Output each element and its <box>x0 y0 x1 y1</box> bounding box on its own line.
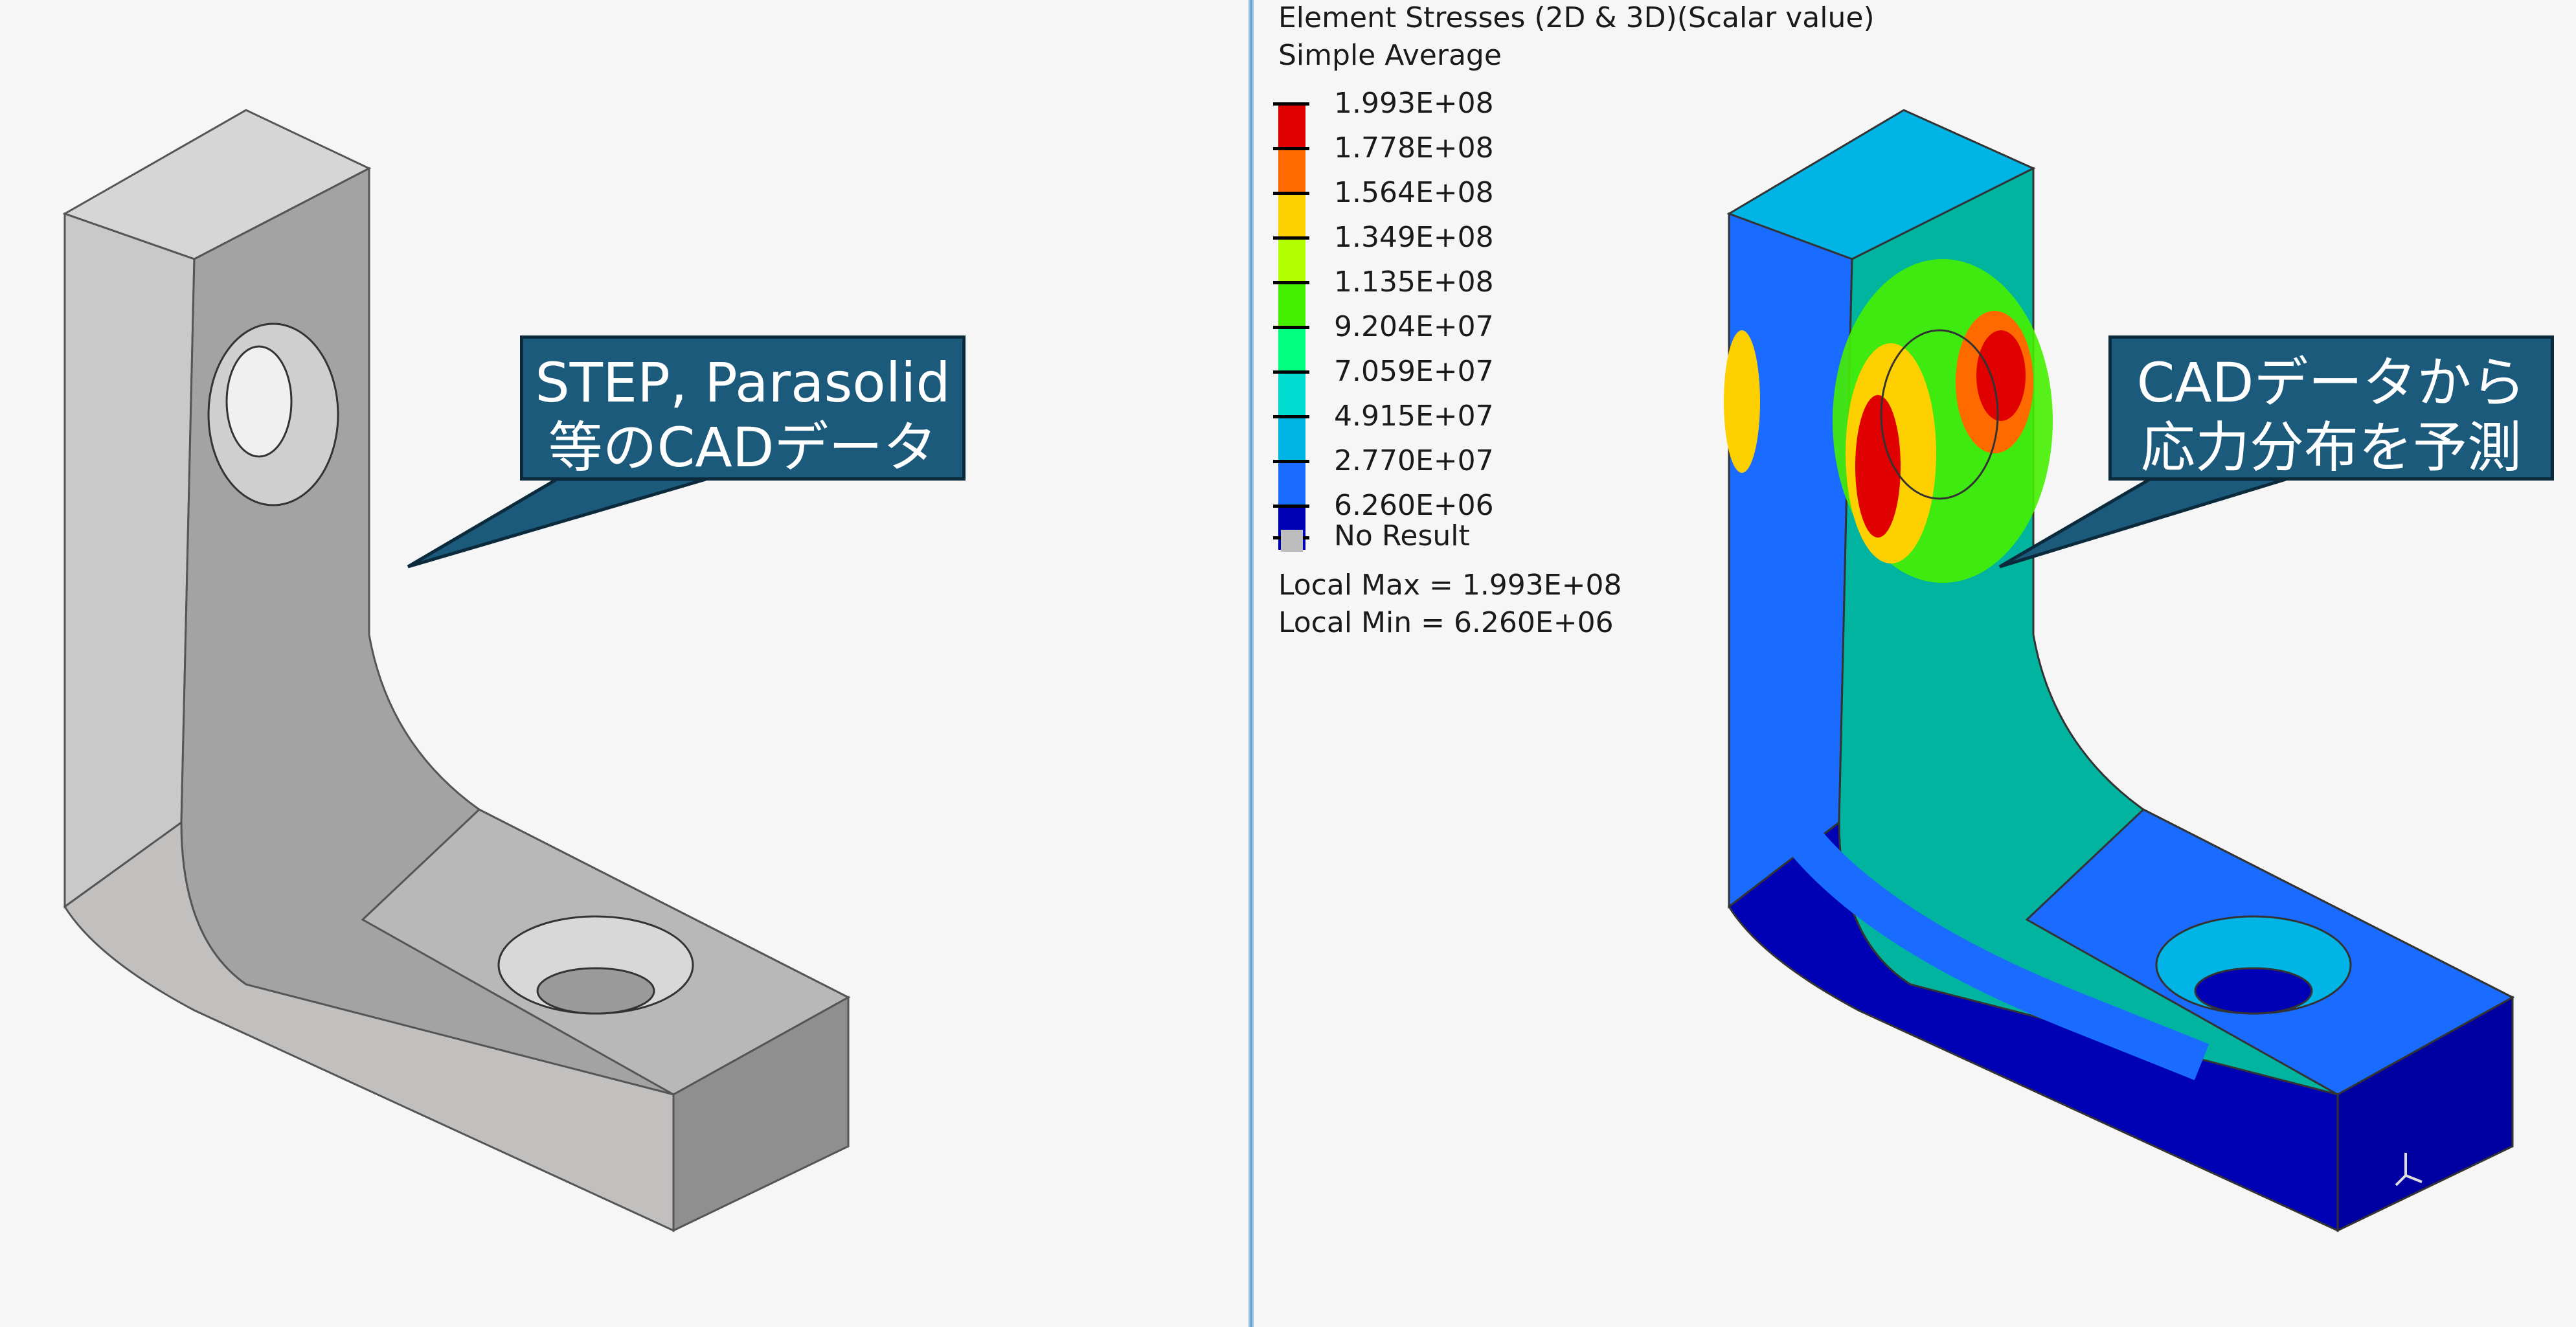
callout-stress-prediction: CADデータから 応力分布を予測 <box>2108 335 2554 481</box>
legend-value-label: 1.135E+08 <box>1334 266 1494 299</box>
viewport-divider[interactable] <box>1248 0 1254 1327</box>
callout-cad-data: STEP, Parasolid 等のCADデータ <box>520 335 966 481</box>
legend-title: Element Stresses (2D & 3D)(Scalar value) <box>1278 1 1875 34</box>
legend-value-label: 2.770E+07 <box>1334 444 1494 477</box>
callout-cad-data-line-2: 等のCADデータ <box>548 416 938 479</box>
legend-tick <box>1273 102 1309 106</box>
legend-swatch <box>1278 238 1305 282</box>
callout-stress-line-2: 応力分布を予測 <box>2140 416 2522 479</box>
legend-tick <box>1273 370 1309 374</box>
upper-hole-inner <box>225 345 293 458</box>
legend-value-label: 1.564E+08 <box>1334 176 1494 209</box>
local-max-label: Local Max = 1.993E+08 <box>1278 569 1622 602</box>
legend-value-label: 9.204E+07 <box>1334 310 1494 343</box>
legend-value-label: 1.993E+08 <box>1334 87 1494 120</box>
legend-tick <box>1273 460 1309 463</box>
cad-model-panel[interactable]: STEP, Parasolid 等のCADデータ <box>0 0 1248 1327</box>
local-min-label: Local Min = 6.260E+06 <box>1278 606 1614 639</box>
callout-pointer-right <box>1998 477 2287 569</box>
no-result-swatch <box>1281 530 1303 552</box>
legend-swatch <box>1278 282 1305 326</box>
legend-swatch <box>1278 193 1305 237</box>
legend-swatch <box>1278 461 1305 505</box>
callout-pointer-left <box>407 477 706 569</box>
stress-zone-red-right <box>1976 330 2026 421</box>
legend-tick <box>1273 281 1309 284</box>
legend-value-label: 1.778E+08 <box>1334 131 1494 164</box>
legend-swatch <box>1278 416 1305 460</box>
stress-zone-side-yellow <box>1724 330 1760 473</box>
callout-stress-line-1: CADデータから <box>2136 351 2526 414</box>
legend-tick <box>1273 192 1309 195</box>
legend-swatch <box>1278 372 1305 416</box>
legend-value-label: 7.059E+07 <box>1334 355 1494 388</box>
legend-tick <box>1273 415 1309 418</box>
legend-swatch <box>1278 104 1305 148</box>
lower-hole-inner <box>536 967 655 1015</box>
legend-tick <box>1273 326 1309 329</box>
stress-upright-side <box>1728 212 1853 909</box>
no-result-label: No Result <box>1334 519 1470 552</box>
legend-tick <box>1273 147 1309 150</box>
legend-tick <box>1273 236 1309 240</box>
legend-swatch <box>1278 148 1305 192</box>
legend-subtitle: Simple Average <box>1278 39 1502 72</box>
legend-swatch <box>1278 327 1305 371</box>
stress-lower-hole-inner <box>2194 967 2313 1015</box>
legend-tick <box>1273 505 1309 508</box>
cad-bracket-model[interactable] <box>0 0 1248 1327</box>
legend-value-label: 6.260E+06 <box>1334 489 1494 522</box>
legend-value-label: 1.349E+08 <box>1334 221 1494 254</box>
upright-side-face <box>63 212 196 909</box>
legend-value-label: 4.915E+07 <box>1334 400 1494 433</box>
callout-cad-data-line-1: STEP, Parasolid <box>535 351 951 414</box>
